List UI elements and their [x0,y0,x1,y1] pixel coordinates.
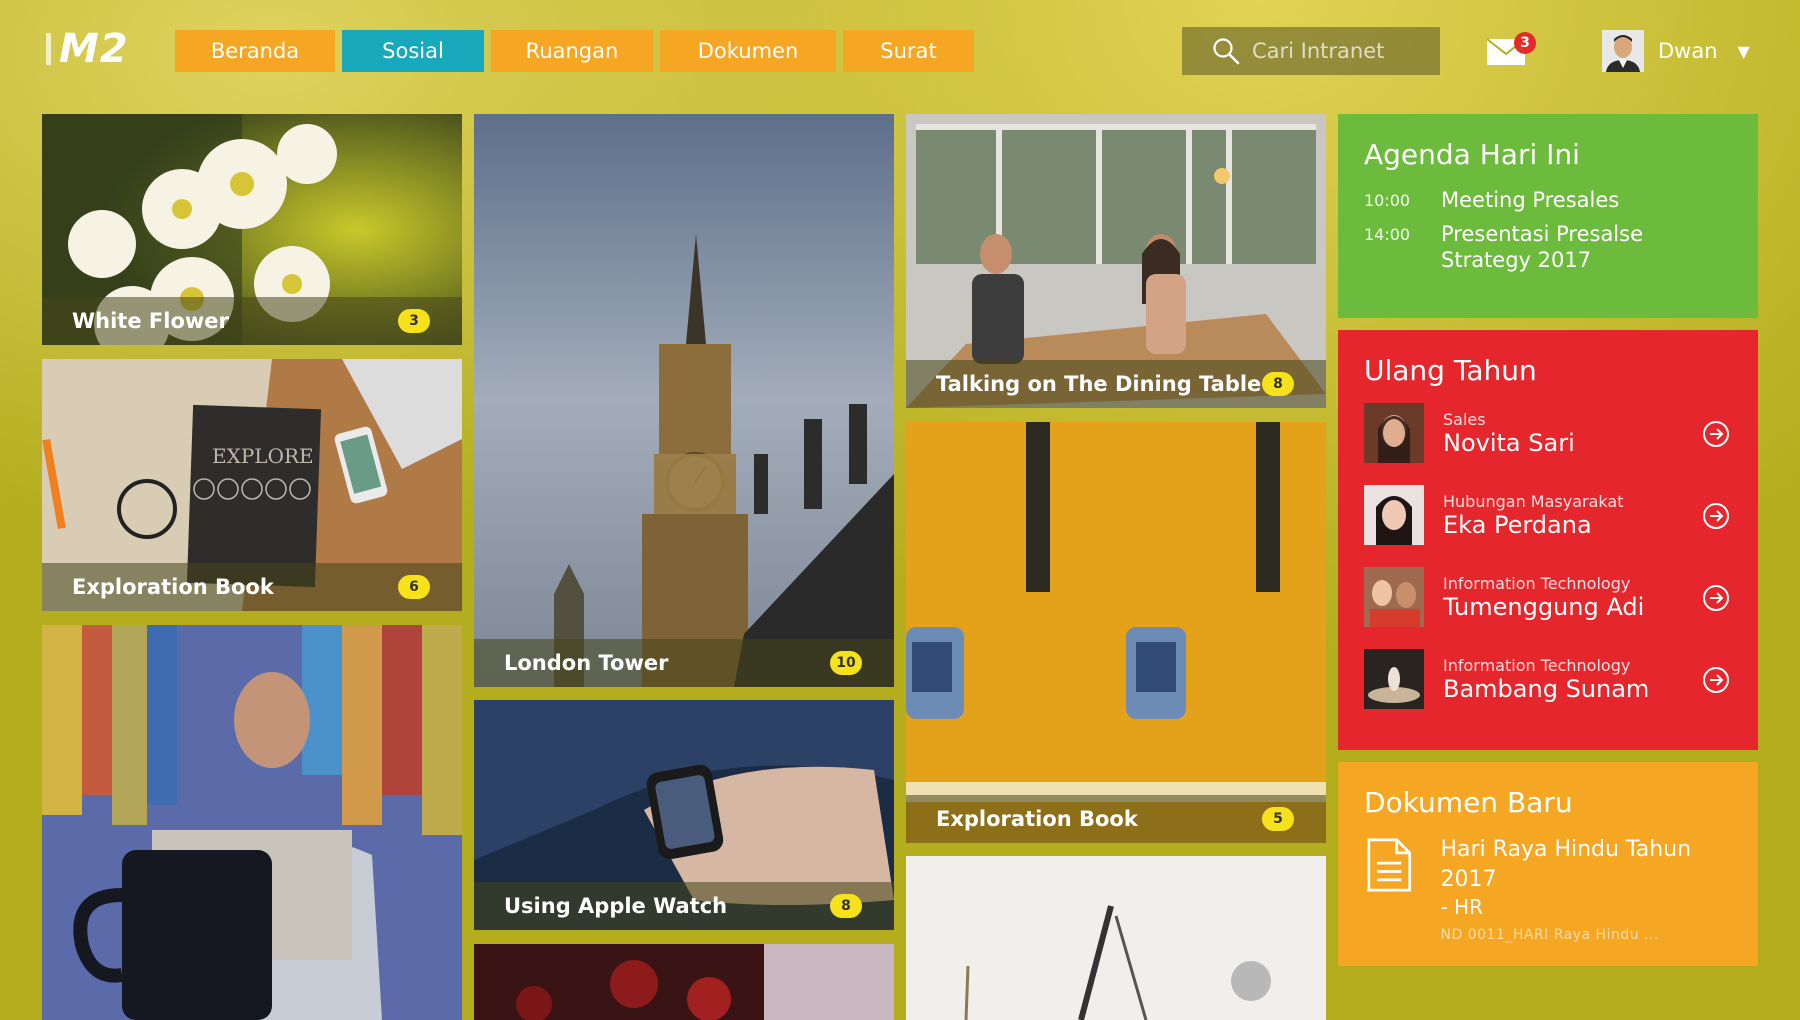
comment-count-badge: 6 [398,575,430,599]
agenda-time: 10:00 [1364,191,1411,210]
agenda-item-title: Presentasi Presalse Strategy 2017 [1441,222,1644,272]
comment-count-badge: 3 [398,309,430,333]
birthday-person[interactable]: Information Technology Tumenggung Adi [1364,567,1732,627]
arrow-right-circle-icon[interactable] [1702,502,1730,530]
london-tower-image [474,114,894,687]
photo-tile-white-flower[interactable]: White Flower 3 [42,114,462,345]
mail-unread-badge: 3 [1514,32,1536,54]
person-photo [1364,649,1424,709]
photo-tile-apple-watch[interactable]: Using Apple Watch 8 [474,700,894,930]
agenda-title: Agenda Hari Ini [1364,138,1580,171]
agenda-panel: Agenda Hari Ini 10:00 Meeting Presales 1… [1338,114,1758,318]
person-name: Bambang Sunam [1443,674,1650,703]
birthday-title: Ulang Tahun [1364,354,1537,387]
photo-tile-man-with-mug[interactable] [42,625,462,1020]
documents-title: Dokumen Baru [1364,786,1573,819]
comment-count-badge: 8 [830,894,862,918]
comment-count-badge: 8 [1262,372,1294,396]
nav-item-dokumen[interactable]: Dokumen [660,30,836,72]
birthday-panel: Ulang Tahun Sales Novita Sari Hubungan M… [1338,330,1758,750]
person-department: Sales [1443,409,1486,429]
search-box [1182,27,1440,75]
avatar [1602,30,1644,72]
photo-tile-dining-table[interactable]: Talking on The Dining Table 8 [906,114,1326,408]
person-department: Information Technology [1443,573,1631,593]
agenda-item[interactable]: 10:00 Meeting Presales [1364,187,1732,213]
nav-item-surat[interactable]: Surat [843,30,974,72]
document-icon [1367,838,1412,892]
person-photo [1364,403,1424,463]
logo-bar [46,33,51,65]
person-photo [1364,567,1424,627]
photo-tile-yellow-wall[interactable]: Exploration Book 5 [906,422,1326,843]
photo-tile-red-roses[interactable] [474,944,894,1020]
documents-panel: Dokumen Baru Hari Raya Hindu Tahun 2017 … [1338,762,1758,966]
nav-item-beranda[interactable]: Beranda [175,30,335,72]
birthday-person[interactable]: Information Technology Bambang Sunam [1364,649,1732,709]
document-filename: ND 0011_HARI Raya Hindu ... [1440,927,1659,943]
person-name: Novita Sari [1443,428,1575,457]
person-name: Eka Perdana [1443,510,1592,539]
agenda-time: 14:00 [1364,225,1411,244]
agenda-item-title: Meeting Presales [1441,188,1620,212]
man-with-mug-image [42,625,462,1020]
comment-count-badge: 5 [1262,807,1294,831]
logo-text: M2 [59,26,129,72]
agenda-item[interactable]: 14:00 Presentasi Presalse Strategy 2017 [1364,221,1732,273]
nav-item-ruangan[interactable]: Ruangan [491,30,653,72]
document-item[interactable]: Hari Raya Hindu Tahun 2017 - HR ND 0011_… [1364,835,1732,943]
person-photo [1364,485,1424,545]
photo-tile-london-tower[interactable]: London Tower 10 [474,114,894,687]
document-tag: - HR [1440,895,1483,919]
red-roses-image [474,944,894,1020]
app-logo[interactable]: M2 [46,26,129,72]
arrow-right-circle-icon[interactable] [1702,420,1730,448]
svg-text:EXPLORE: EXPLORE [212,444,314,468]
mail-button[interactable]: 3 [1486,32,1536,66]
yellow-wall-image [906,422,1326,843]
comment-count-badge: 10 [830,651,862,675]
birthday-person[interactable]: Hubungan Masyarakat Eka Perdana [1364,485,1732,545]
nav-item-sosial[interactable]: Sosial [342,30,484,72]
photo-tile-telescope[interactable] [906,856,1326,1020]
telescope-image [906,856,1326,1020]
document-title: Hari Raya Hindu Tahun 2017 [1440,837,1692,892]
chevron-down-icon[interactable]: ▼ [1738,42,1750,61]
user-name: Dwan [1658,39,1718,63]
arrow-right-circle-icon[interactable] [1702,584,1730,612]
user-menu[interactable]: Dwan ▼ [1602,30,1750,72]
person-department: Information Technology [1443,655,1631,675]
birthday-person[interactable]: Sales Novita Sari [1364,403,1732,463]
person-department: Hubungan Masyarakat [1443,491,1624,511]
search-input[interactable] [1252,39,1427,63]
main-nav: Beranda Sosial Ruangan Dokumen Surat [175,30,974,72]
search-icon[interactable] [1212,37,1240,65]
photo-tile-exploration-book[interactable]: EXPLORE Exploration Book 6 [42,359,462,611]
arrow-right-circle-icon[interactable] [1702,666,1730,694]
person-name: Tumenggung Adi [1443,592,1645,621]
